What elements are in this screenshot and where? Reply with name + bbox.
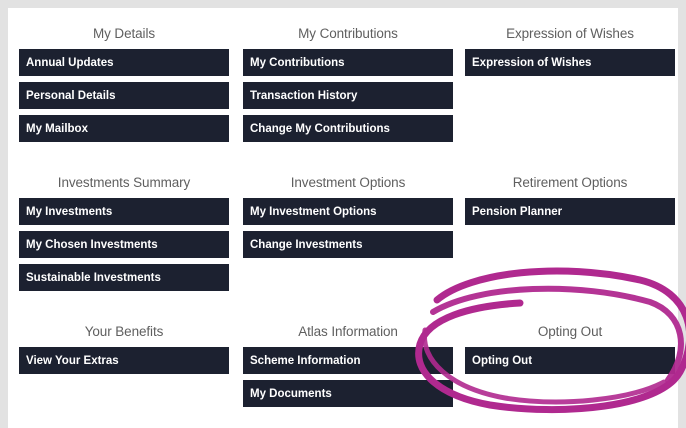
expression-of-wishes-button[interactable]: Expression of Wishes — [465, 49, 675, 76]
section-investment-options: Investment Options My Investment Options… — [243, 168, 453, 264]
section-my-contributions: My Contributions My Contributions Transa… — [243, 19, 453, 148]
dashboard-panel: My Details Annual Updates Personal Detai… — [8, 8, 678, 428]
pension-planner-button[interactable]: Pension Planner — [465, 198, 675, 225]
section-title: My Contributions — [298, 26, 398, 41]
my-investments-button[interactable]: My Investments — [19, 198, 229, 225]
section-title: Opting Out — [537, 324, 603, 339]
change-investments-button[interactable]: Change Investments — [243, 231, 453, 258]
section-expression-of-wishes: Expression of Wishes Expression of Wishe… — [465, 19, 675, 82]
section-title: Investment Options — [290, 175, 406, 190]
personal-details-button[interactable]: Personal Details — [19, 82, 229, 109]
section-your-benefits: Your Benefits View Your Extras — [19, 317, 229, 380]
my-chosen-investments-button[interactable]: My Chosen Investments — [19, 231, 229, 258]
my-contributions-button[interactable]: My Contributions — [243, 49, 453, 76]
section-title: Investments Summary — [57, 175, 191, 190]
view-your-extras-button[interactable]: View Your Extras — [19, 347, 229, 374]
section-atlas-information: Atlas Information Scheme Information My … — [243, 317, 453, 413]
scheme-information-button[interactable]: Scheme Information — [243, 347, 453, 374]
section-my-details: My Details Annual Updates Personal Detai… — [19, 19, 229, 148]
annual-updates-button[interactable]: Annual Updates — [19, 49, 229, 76]
my-mailbox-button[interactable]: My Mailbox — [19, 115, 229, 142]
my-investment-options-button[interactable]: My Investment Options — [243, 198, 453, 225]
section-title: Retirement Options — [512, 175, 628, 190]
section-retirement-options: Retirement Options Pension Planner — [465, 168, 675, 231]
section-opting-out: Opting Out Opting Out — [465, 317, 675, 380]
section-investments-summary: Investments Summary My Investments My Ch… — [19, 168, 229, 297]
section-title: Atlas Information — [298, 324, 398, 339]
sustainable-investments-button[interactable]: Sustainable Investments — [19, 264, 229, 291]
change-my-contributions-button[interactable]: Change My Contributions — [243, 115, 453, 142]
opting-out-button[interactable]: Opting Out — [465, 347, 675, 374]
my-documents-button[interactable]: My Documents — [243, 380, 453, 407]
transaction-history-button[interactable]: Transaction History — [243, 82, 453, 109]
section-title: Your Benefits — [84, 324, 164, 339]
section-title: Expression of Wishes — [506, 26, 634, 41]
section-title: My Details — [92, 26, 155, 41]
